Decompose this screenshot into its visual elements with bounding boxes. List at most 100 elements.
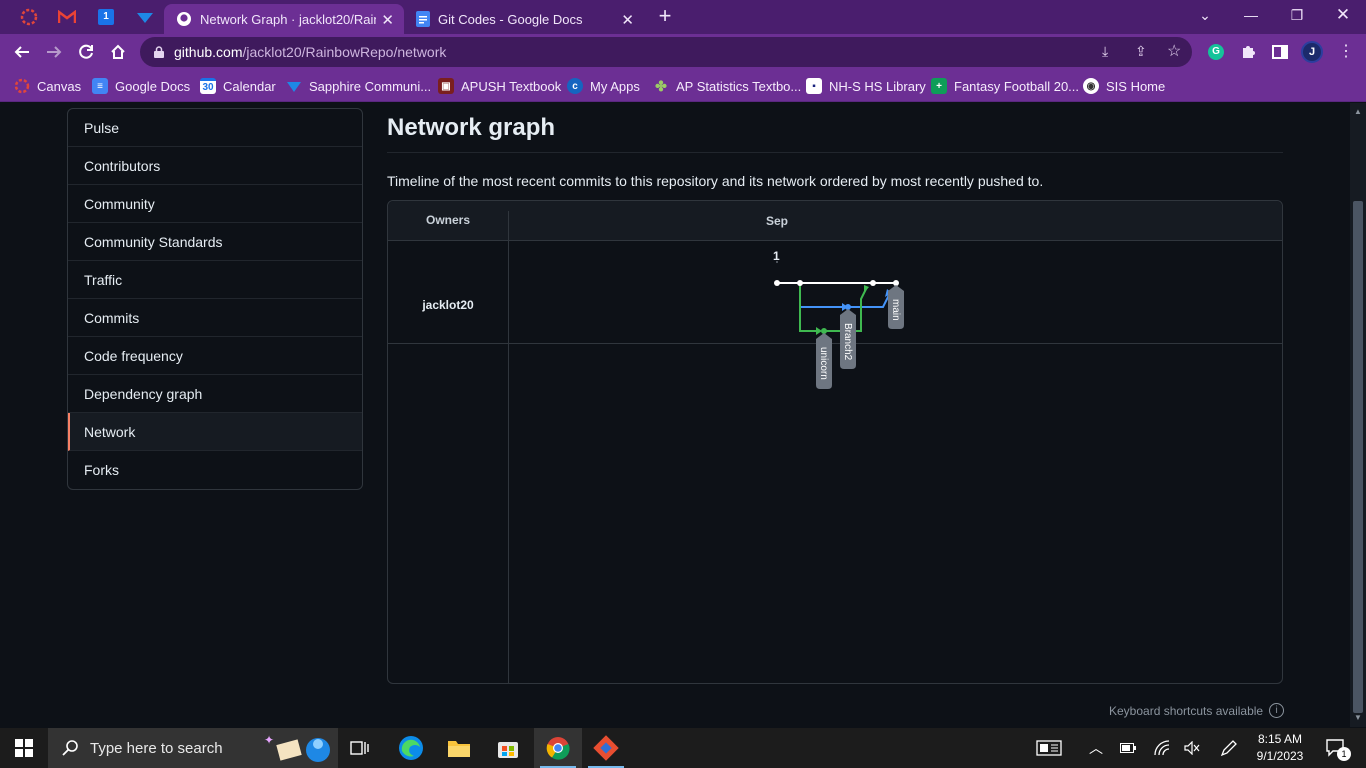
address-bar[interactable]: github.com/jacklot20/RainbowRepo/network… [140, 37, 1192, 67]
sidebar-item-traffic[interactable]: Traffic [68, 261, 362, 299]
scroll-down-arrow-icon[interactable]: ▼ [1353, 713, 1363, 723]
chrome-icon [546, 737, 570, 760]
bookmark-my-apps[interactable]: c My Apps [567, 76, 640, 96]
bookmark-star-icon[interactable]: ☆ [1167, 41, 1181, 61]
commit-dot[interactable] [797, 280, 803, 286]
tab-title: Network Graph · jacklot20/RainbowRepo [200, 11, 376, 27]
forward-button[interactable] [41, 39, 67, 65]
svg-text:main: main [890, 299, 901, 321]
close-icon[interactable]: ✕ [621, 11, 634, 29]
bookmark-google-docs[interactable]: ≡ Google Docs [92, 76, 190, 96]
show-hidden-icons-button[interactable]: ︿ [1084, 728, 1108, 768]
fantasy-football-icon: + [931, 78, 947, 94]
pinned-tab-sapphire[interactable] [130, 4, 160, 30]
bookmark-calendar[interactable]: 30 Calendar [200, 76, 276, 96]
clock-time: 8:15 AM [1257, 732, 1303, 746]
branch-label-main[interactable]: main [888, 285, 904, 329]
svg-text:unicorn: unicorn [818, 347, 829, 380]
back-button[interactable] [9, 39, 35, 65]
install-app-icon[interactable]: ⤓ [1102, 43, 1108, 60]
forward-arrow-icon [47, 46, 62, 58]
tray-desktop-button[interactable] [1030, 728, 1068, 768]
sidebar-item-contributors[interactable]: Contributors [68, 147, 362, 185]
keyboard-shortcuts-hint[interactable]: Keyboard shortcuts available i [1109, 703, 1285, 718]
notification-center-button[interactable]: 1 [1320, 728, 1352, 768]
commit-dot[interactable] [774, 280, 780, 286]
store-icon [498, 742, 518, 758]
home-button[interactable] [105, 39, 131, 65]
wifi-icon [1154, 740, 1170, 756]
pinned-tab-gmail[interactable] [52, 4, 82, 30]
sidebar-item-community-standards[interactable]: Community Standards [68, 223, 362, 261]
volume-status[interactable] [1180, 728, 1204, 768]
side-panel-icon [1272, 45, 1288, 59]
apush-icon: ▣ [438, 78, 454, 94]
page-description: Timeline of the most recent commits to t… [387, 173, 1044, 189]
page-scrollbar[interactable]: ▲ ▼ [1350, 103, 1366, 727]
battery-status[interactable] [1116, 728, 1140, 768]
share-icon[interactable]: ⇪ [1135, 43, 1147, 60]
bookmark-ap-statistics[interactable]: ✤ AP Statistics Textbo... [653, 76, 801, 96]
sidebar-item-network[interactable]: Network [68, 413, 362, 451]
sidebar-item-code-frequency[interactable]: Code frequency [68, 337, 362, 375]
taskbar-clock[interactable]: 8:15 AM 9/1/2023 [1250, 731, 1310, 765]
home-icon [111, 44, 125, 59]
profile-button[interactable]: J [1299, 39, 1325, 65]
branch-label-branch2[interactable]: Branch2 [840, 309, 856, 369]
taskbar-file-explorer[interactable] [435, 728, 483, 768]
canvas-icon [14, 78, 30, 94]
bookmark-library[interactable]: ▪ NH-S HS Library [806, 76, 926, 96]
new-tab-button[interactable]: + [652, 5, 678, 29]
scroll-up-arrow-icon[interactable]: ▲ [1353, 107, 1363, 117]
network-status[interactable] [1150, 728, 1174, 768]
lock-icon [154, 46, 164, 58]
title-divider [387, 152, 1283, 153]
start-button[interactable] [0, 728, 48, 768]
close-icon[interactable]: ✕ [381, 11, 394, 29]
network-graph[interactable]: Owners Sep jacklot20 1 main Branch2 unic… [387, 200, 1283, 684]
taskbar-edge[interactable] [387, 728, 435, 768]
notification-count-badge: 1 [1337, 747, 1351, 761]
bookmark-fantasy-football[interactable]: + Fantasy Football 20... [931, 76, 1079, 96]
chrome-menu-button[interactable]: ⋮ [1333, 39, 1359, 65]
reload-button[interactable] [73, 39, 99, 65]
bookmark-apush[interactable]: ▣ APUSH Textbook [438, 76, 561, 96]
sidebar-item-commits[interactable]: Commits [68, 299, 362, 337]
bookmark-canvas[interactable]: Canvas [14, 76, 81, 96]
taskbar-microsoft-store[interactable] [484, 728, 532, 768]
bookmark-sapphire[interactable]: Sapphire Communi... [286, 76, 431, 96]
pinned-tab-canvas[interactable] [14, 4, 44, 30]
taskbar-search-box[interactable]: Type here to search ✦ [48, 728, 338, 768]
commit-dot[interactable] [870, 280, 876, 286]
pinned-tab-classroom[interactable]: 1 [91, 4, 121, 30]
taskbar-git-gui[interactable] [582, 728, 630, 768]
commit-graph[interactable]: main Branch2 unicorn [388, 201, 1282, 683]
pen-workspace-button[interactable] [1216, 728, 1242, 768]
taskbar-chrome[interactable] [534, 728, 582, 768]
sidebar-item-forks[interactable]: Forks [68, 451, 362, 489]
tab-google-docs[interactable]: Git Codes - Google Docs ✕ [404, 4, 644, 34]
battery-icon [1120, 743, 1136, 753]
browser-toolbar: github.com/jacklot20/RainbowRepo/network… [0, 34, 1366, 70]
minimize-button[interactable]: — [1228, 4, 1274, 28]
close-window-button[interactable]: ✕ [1320, 4, 1366, 28]
tab-network-graph[interactable]: Network Graph · jacklot20/RainbowRepo ✕ [164, 4, 404, 34]
bookmark-sis-home[interactable]: ◉ SIS Home [1083, 76, 1165, 96]
side-panel-button[interactable] [1267, 39, 1293, 65]
tab-search-button[interactable]: ⌄ [1182, 4, 1228, 28]
grammarly-icon: G [1208, 44, 1224, 60]
sapphire-icon [137, 13, 153, 23]
task-view-button[interactable] [336, 728, 384, 768]
restore-button[interactable]: ❐ [1274, 4, 1320, 28]
task-view-icon [350, 741, 369, 755]
sidebar-item-community[interactable]: Community [68, 185, 362, 223]
unicorn-merge-arrow [864, 285, 869, 293]
bookmarks-bar: Canvas ≡ Google Docs 30 Calendar Sapphir… [0, 70, 1366, 102]
svg-text:✦: ✦ [264, 733, 274, 747]
sidebar-item-pulse[interactable]: Pulse [68, 109, 362, 147]
grammarly-extension-button[interactable]: G [1203, 39, 1229, 65]
extensions-button[interactable] [1235, 39, 1261, 65]
sidebar-item-dependency-graph[interactable]: Dependency graph [68, 375, 362, 413]
branch-label-unicorn[interactable]: unicorn [816, 333, 832, 389]
scrollbar-thumb[interactable] [1353, 201, 1363, 713]
